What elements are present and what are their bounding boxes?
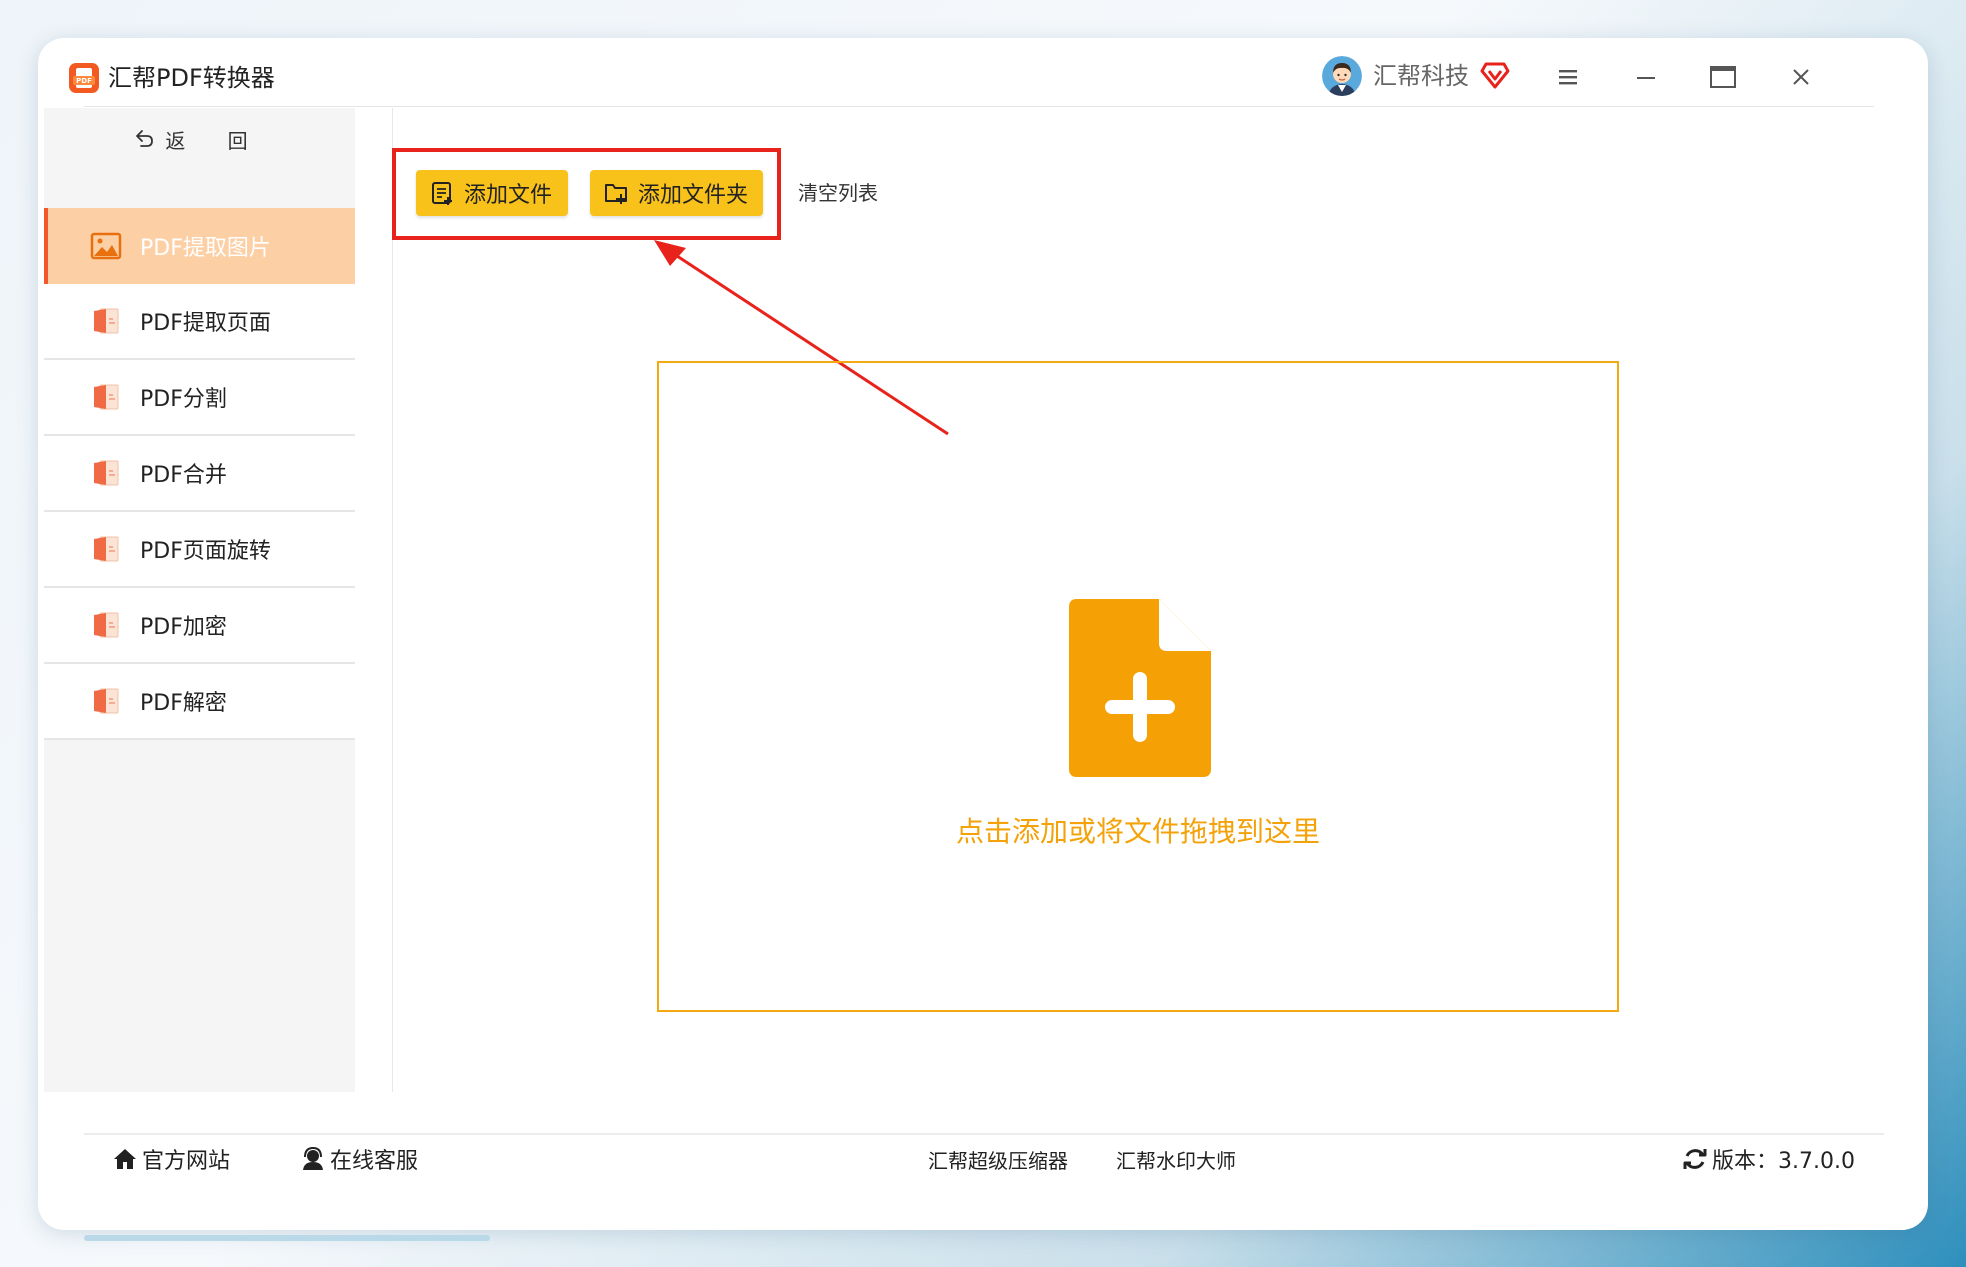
sidebar-item-split[interactable]: PDF分割	[44, 360, 355, 436]
add-folder-label: 添加文件夹	[638, 183, 749, 208]
official-website-link[interactable]: 官方网站	[112, 1142, 230, 1176]
scroll-indicator	[84, 1235, 490, 1241]
compressor-link[interactable]: 汇帮超级压缩器	[928, 1142, 1068, 1176]
add-folder-button[interactable]: 添加文件夹	[590, 170, 763, 216]
add-folder-icon	[605, 184, 627, 204]
sidebar: 返 回 PDF提取图片 PDF提取页面 PDF分割 PDF合并 PDF页面旋转 …	[44, 108, 355, 1092]
app-logo-icon: PDF	[69, 63, 99, 93]
online-service-label: 在线客服	[330, 1149, 419, 1174]
svg-text:PDF: PDF	[76, 77, 92, 85]
maximize-icon[interactable]	[1706, 60, 1740, 94]
vip-diamond-icon[interactable]	[1480, 60, 1510, 90]
pdf-file-icon	[94, 384, 119, 410]
pdf-file-icon	[94, 688, 119, 714]
back-arrow-icon	[136, 130, 154, 147]
version-label: 版本：3.7.0.0	[1712, 1149, 1855, 1174]
official-website-label: 官方网站	[142, 1149, 231, 1174]
drop-zone-hint: 点击添加或将文件拖拽到这里	[955, 815, 1320, 848]
customer-service-icon	[303, 1146, 323, 1170]
user-name[interactable]: 汇帮科技	[1373, 58, 1469, 94]
add-file-label: 添加文件	[464, 183, 553, 208]
sidebar-item-label: PDF提取页面	[140, 311, 271, 336]
footer-divider	[84, 1133, 1884, 1135]
back-label: 返 回	[165, 128, 266, 153]
sidebar-item-extract-images[interactable]: PDF提取图片	[44, 208, 355, 284]
home-icon	[114, 1149, 136, 1169]
menu-icon[interactable]	[1551, 60, 1585, 94]
add-file-icon	[432, 182, 452, 205]
image-icon	[90, 232, 122, 260]
add-file-button[interactable]: 添加文件	[416, 170, 568, 216]
back-button[interactable]: 返 回	[44, 108, 355, 170]
sidebar-item-label: PDF加密	[140, 615, 227, 640]
add-file-large-icon	[1069, 599, 1211, 777]
avatar[interactable]	[1322, 56, 1362, 96]
sidebar-item-merge[interactable]: PDF合并	[44, 436, 355, 512]
sidebar-item-rotate[interactable]: PDF页面旋转	[44, 512, 355, 588]
sidebar-item-extract-pages[interactable]: PDF提取页面	[44, 284, 355, 360]
minimize-icon[interactable]	[1629, 60, 1663, 94]
sidebar-item-encrypt[interactable]: PDF加密	[44, 588, 355, 664]
sidebar-item-label: PDF提取图片	[140, 236, 271, 261]
file-drop-zone[interactable]: 点击添加或将文件拖拽到这里	[657, 361, 1619, 1012]
sidebar-item-label: PDF页面旋转	[140, 539, 271, 564]
close-icon[interactable]	[1784, 60, 1818, 94]
pdf-file-icon	[94, 308, 119, 334]
app-title: 汇帮PDF转换器	[108, 64, 275, 92]
pdf-file-icon	[94, 460, 119, 486]
sidebar-item-label: PDF解密	[140, 691, 227, 716]
sidebar-item-label: PDF合并	[140, 463, 227, 488]
pdf-file-icon	[94, 536, 119, 562]
watermark-link[interactable]: 汇帮水印大师	[1116, 1142, 1236, 1176]
online-service-link[interactable]: 在线客服	[300, 1142, 418, 1176]
sidebar-item-label: PDF分割	[140, 387, 227, 412]
titlebar-divider	[84, 106, 1874, 107]
sidebar-item-decrypt[interactable]: PDF解密	[44, 664, 355, 740]
clear-list-button[interactable]: 清空列表	[798, 176, 878, 210]
version-info: 版本：3.7.0.0	[1682, 1142, 1855, 1176]
pdf-file-icon	[94, 612, 119, 638]
sidebar-divider	[392, 108, 393, 1092]
refresh-icon[interactable]	[1682, 1146, 1708, 1172]
